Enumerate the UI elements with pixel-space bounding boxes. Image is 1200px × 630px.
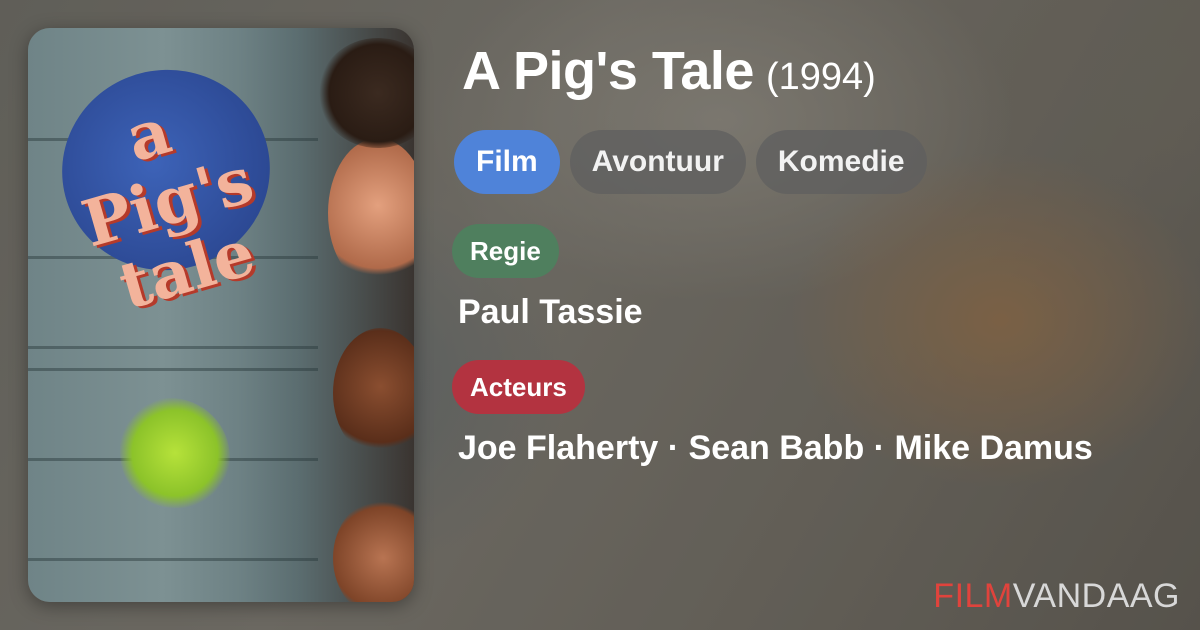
- poster-plank: [28, 558, 318, 561]
- movie-poster: a Pig's tale: [28, 28, 414, 602]
- brand-logo-part1: FILM: [933, 577, 1013, 615]
- genre-tags: Film Avontuur Komedie: [454, 130, 927, 194]
- poster-plank: [28, 346, 318, 349]
- movie-title: A Pig's Tale: [462, 41, 754, 101]
- poster-face-middle: [333, 328, 414, 458]
- brand-logo: FILMVANDAAG: [933, 577, 1180, 616]
- poster-green-splat: [120, 398, 230, 508]
- movie-heading: A Pig's Tale (1994): [462, 40, 876, 102]
- genre-tag-film[interactable]: Film: [454, 130, 560, 194]
- genre-tag-komedie[interactable]: Komedie: [755, 130, 927, 194]
- poster-face-bottom: [333, 498, 414, 602]
- poster-face-top: [328, 138, 414, 288]
- director-label: Regie: [452, 224, 559, 278]
- poster-plank: [28, 368, 318, 371]
- cast-names: Joe Flaherty · Sean Babb · Mike Damus: [458, 429, 1093, 467]
- poster-hair: [318, 38, 414, 148]
- cast-label: Acteurs: [452, 360, 585, 414]
- brand-logo-part2: VANDAAG: [1012, 577, 1180, 615]
- director-name: Paul Tassie: [458, 293, 643, 331]
- genre-tag-avontuur[interactable]: Avontuur: [569, 130, 746, 194]
- movie-year: (1994): [765, 56, 876, 98]
